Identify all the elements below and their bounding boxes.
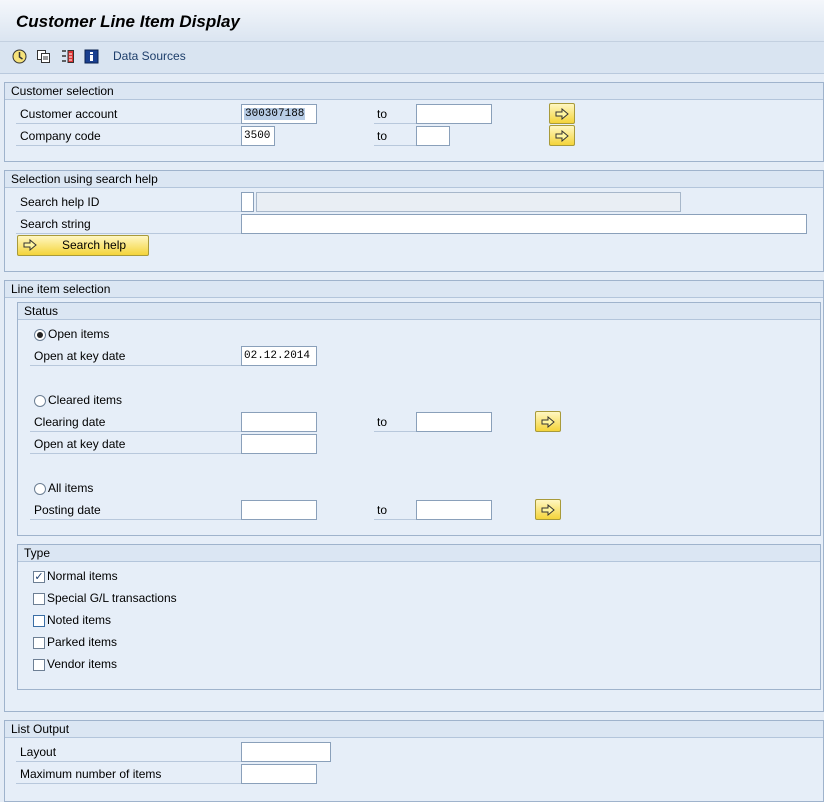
data-sources-button[interactable]: Data Sources <box>113 49 186 63</box>
normal-items-checkbox[interactable]: ✓ <box>33 571 45 583</box>
posting-date-to-input[interactable] <box>416 500 492 520</box>
all-items-label: All items <box>48 481 94 495</box>
customer-account-multiple-selection-button[interactable] <box>549 103 575 124</box>
clearing-date-from-input[interactable] <box>241 412 317 432</box>
special-gl-label: Special G/L transactions <box>47 591 177 605</box>
noted-items-checkbox[interactable] <box>33 615 45 627</box>
customer-account-label: Customer account <box>20 107 118 121</box>
search-string-input[interactable] <box>241 214 807 234</box>
customer-account-from-input[interactable]: 300307188 <box>241 104 317 124</box>
open-items-label: Open items <box>48 327 110 341</box>
cleared-key-date-label: Open at key date <box>34 437 126 451</box>
search-help-button[interactable]: Search help <box>17 235 149 256</box>
type-title: Type <box>18 545 820 562</box>
posting-date-from-input[interactable] <box>241 500 317 520</box>
customer-account-to-label: to <box>377 107 388 121</box>
parked-items-checkbox[interactable] <box>33 637 45 649</box>
customer-account-value: 300307188 <box>244 108 306 120</box>
posting-date-to-label: to <box>377 503 388 517</box>
layout-label: Layout <box>20 745 57 759</box>
company-code-to-label: to <box>377 129 388 143</box>
search-help-id-label: Search help ID <box>20 195 100 209</box>
customer-selection-title: Customer selection <box>5 83 823 100</box>
layout-input[interactable] <box>241 742 331 762</box>
search-help-id-input[interactable] <box>241 192 254 212</box>
clearing-date-label: Clearing date <box>34 415 106 429</box>
arrow-right-icon <box>541 503 555 516</box>
vendor-items-checkbox[interactable] <box>33 659 45 671</box>
noted-items-label: Noted items <box>47 613 112 627</box>
posting-date-multiple-selection-button[interactable] <box>535 499 561 520</box>
cleared-key-date-input[interactable] <box>241 434 317 454</box>
arrow-right-icon <box>555 107 569 120</box>
arrow-right-icon <box>555 129 569 142</box>
open-key-date-input[interactable]: 02.12.2014 <box>241 346 317 366</box>
cleared-items-label: Cleared items <box>48 393 123 407</box>
customer-account-to-input[interactable] <box>416 104 492 124</box>
search-help-title: Selection using search help <box>5 171 823 188</box>
arrow-right-icon <box>23 239 37 251</box>
page-title: Customer Line Item Display <box>16 12 240 31</box>
selection-options-icon[interactable] <box>59 48 75 64</box>
all-items-radio[interactable] <box>34 483 46 495</box>
parked-items-label: Parked items <box>47 635 118 649</box>
open-key-date-label: Open at key date <box>34 349 126 363</box>
open-items-radio[interactable] <box>34 329 46 341</box>
customer-selection-group: Customer selection <box>4 82 824 162</box>
company-code-label: Company code <box>20 129 101 143</box>
search-string-label: Search string <box>20 217 91 231</box>
status-title: Status <box>18 303 820 320</box>
clearing-date-multiple-selection-button[interactable] <box>535 411 561 432</box>
cleared-items-radio[interactable] <box>34 395 46 407</box>
search-help-description-field <box>256 192 681 212</box>
arrow-right-icon <box>541 415 555 428</box>
normal-items-label: Normal items <box>47 569 118 583</box>
max-items-label: Maximum number of items <box>20 767 162 781</box>
posting-date-label: Posting date <box>34 503 101 517</box>
get-variant-icon[interactable] <box>35 48 51 64</box>
special-gl-checkbox[interactable] <box>33 593 45 605</box>
type-group: Type <box>17 544 821 690</box>
info-icon[interactable] <box>83 48 99 64</box>
max-items-input[interactable] <box>241 764 317 784</box>
clearing-date-to-label: to <box>377 415 388 429</box>
execute-icon[interactable] <box>11 48 27 64</box>
clearing-date-to-input[interactable] <box>416 412 492 432</box>
vendor-items-label: Vendor items <box>47 657 118 671</box>
company-code-to-input[interactable] <box>416 126 450 146</box>
company-code-multiple-selection-button[interactable] <box>549 125 575 146</box>
line-item-selection-title: Line item selection <box>5 281 823 298</box>
search-help-button-label: Search help <box>62 238 127 252</box>
company-code-from-input[interactable]: 3500 <box>241 126 275 146</box>
list-output-title: List Output <box>5 721 823 738</box>
